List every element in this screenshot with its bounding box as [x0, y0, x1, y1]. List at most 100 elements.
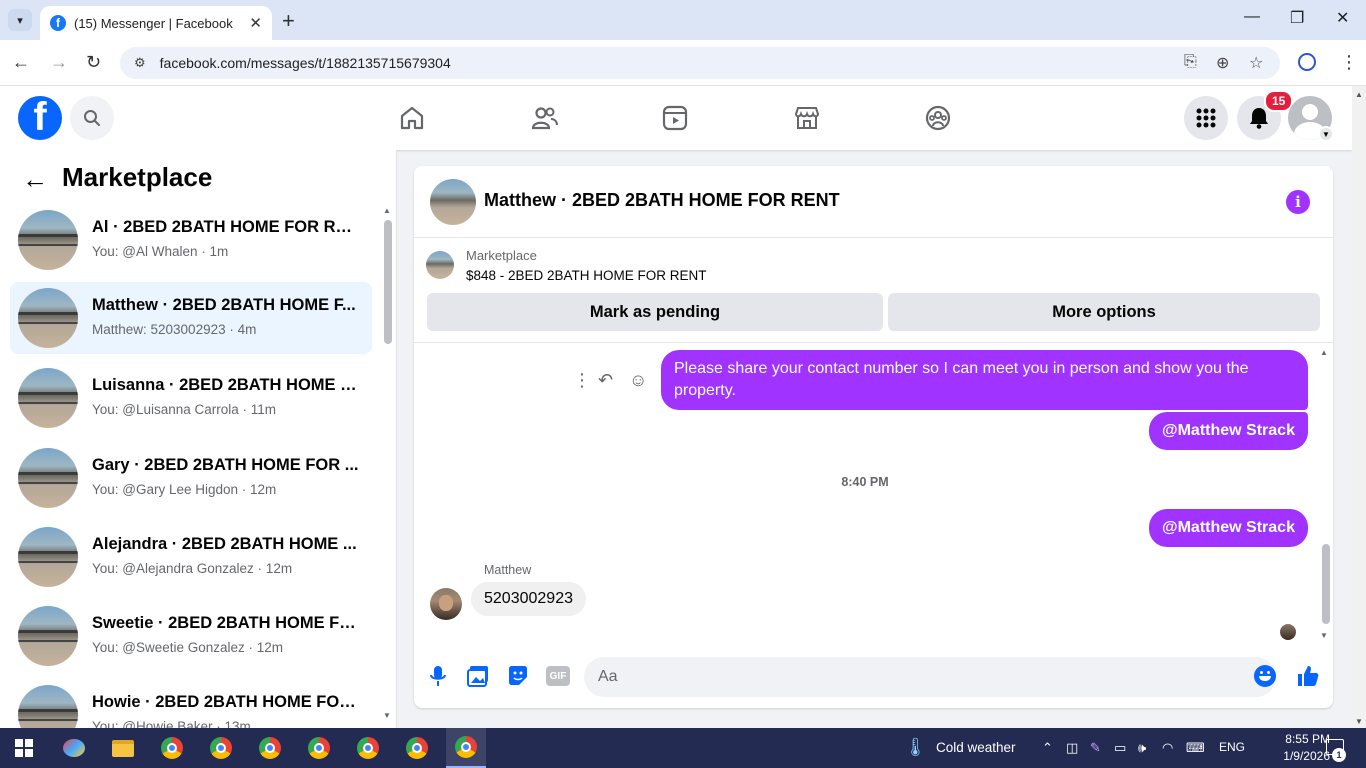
- taskbar-chrome-active[interactable]: [446, 728, 486, 768]
- listing-thumbnail[interactable]: [426, 251, 454, 279]
- emoji-icon[interactable]: [1254, 665, 1276, 687]
- chat-title[interactable]: Matthew · 2BED 2BATH HOME FOR RENT: [484, 190, 840, 211]
- more-options-button[interactable]: More options: [888, 293, 1320, 331]
- conversations-scrollbar[interactable]: ▲ ▼: [380, 206, 394, 720]
- outgoing-message[interactable]: Please share your contact number so I ca…: [661, 350, 1308, 410]
- video-icon[interactable]: [661, 104, 689, 132]
- restore-button[interactable]: ❐: [1290, 8, 1304, 28]
- speaker-icon[interactable]: 🕪: [1138, 740, 1146, 756]
- page-scrollbar[interactable]: ▲ ▼: [1352, 86, 1366, 728]
- info-icon[interactable]: i: [1286, 190, 1310, 214]
- conversation-preview: You: @Sweetie Gonzalez · 12m: [92, 640, 284, 655]
- folder-icon: [112, 739, 134, 757]
- zoom-icon[interactable]: ⊕: [1216, 53, 1229, 73]
- gif-button[interactable]: GIF: [546, 666, 570, 686]
- reload-button[interactable]: ↻: [86, 52, 101, 73]
- facebook-header: f 15 ▼: [0, 86, 1352, 150]
- home-icon[interactable]: [398, 104, 426, 132]
- conversation-item-matthew[interactable]: Matthew · 2BED 2BATH HOME F... Matthew: …: [10, 282, 372, 354]
- grid-menu-icon: [1196, 108, 1216, 128]
- conversation-name: Howie · 2BED 2BATH HOME FOR...: [92, 693, 362, 711]
- site-info-icon[interactable]: ⚙: [134, 55, 146, 71]
- chrome-icon: [406, 737, 428, 759]
- taskbar-chrome-5[interactable]: [348, 728, 388, 768]
- conversation-preview: You: @Luisanna Carrola · 11m: [92, 402, 277, 417]
- browser-profile-icon[interactable]: [1298, 53, 1316, 71]
- friends-icon[interactable]: [530, 104, 558, 132]
- browser-tab-messenger[interactable]: f (15) Messenger | Facebook ✕: [40, 6, 272, 40]
- chat-listing-avatar[interactable]: [430, 179, 476, 225]
- chevron-up-icon[interactable]: ⌃: [1042, 740, 1053, 756]
- conversation-item-al[interactable]: Al · 2BED 2BATH HOME FOR RENT You: @Al W…: [10, 204, 372, 276]
- conversation-item-gary[interactable]: Gary · 2BED 2BATH HOME FOR ... You: @Gar…: [10, 442, 372, 514]
- taskbar-chrome-2[interactable]: [201, 728, 241, 768]
- groups-icon[interactable]: [924, 104, 952, 132]
- bookmark-star-icon[interactable]: ☆: [1249, 53, 1263, 73]
- menu-button[interactable]: [1184, 96, 1228, 140]
- outgoing-message[interactable]: @Matthew Strack: [1149, 509, 1308, 547]
- clock-time: 8:55 PM: [1285, 732, 1330, 746]
- close-window-button[interactable]: ✕: [1336, 8, 1349, 28]
- thermometer-icon[interactable]: 🌡: [904, 737, 927, 758]
- back-button[interactable]: ←: [12, 52, 30, 73]
- address-bar[interactable]: ⚙ facebook.com/messages/t/18821357156793…: [120, 47, 1280, 79]
- conversation-item-howie[interactable]: Howie · 2BED 2BATH HOME FOR... You: @How…: [10, 679, 372, 728]
- incoming-message[interactable]: 5203002923: [471, 582, 586, 616]
- taskbar-chrome-6[interactable]: [397, 728, 437, 768]
- install-app-icon[interactable]: ⎘: [1184, 53, 1197, 71]
- browser-menu-icon[interactable]: ⋮: [1340, 52, 1358, 73]
- keyboard-icon[interactable]: ⌨: [1186, 740, 1205, 756]
- chat-header: Matthew · 2BED 2BATH HOME FOR RENT i: [414, 166, 1333, 238]
- clock-date: 1/9/2026: [1283, 749, 1330, 763]
- facebook-logo[interactable]: f: [18, 96, 62, 140]
- tab-close-icon[interactable]: ✕: [249, 14, 262, 32]
- sticker-icon[interactable]: [506, 664, 530, 688]
- listing-thumbnail: [18, 448, 78, 508]
- more-actions-icon[interactable]: ⋮: [573, 370, 591, 391]
- listing-thumbnail: [18, 368, 78, 428]
- language-indicator[interactable]: ENG: [1219, 740, 1245, 754]
- sender-avatar[interactable]: [430, 588, 462, 620]
- forward-button[interactable]: →: [50, 52, 68, 73]
- wifi-icon[interactable]: ◠: [1162, 740, 1173, 756]
- outgoing-message[interactable]: @Matthew Strack: [1149, 412, 1308, 450]
- search-button[interactable]: [70, 96, 114, 140]
- conversation-name: Matthew · 2BED 2BATH HOME F...: [92, 296, 356, 314]
- conversation-preview: You: @Alejandra Gonzalez · 12m: [92, 561, 293, 576]
- taskbar-file-explorer[interactable]: [103, 728, 143, 768]
- marketplace-icon[interactable]: [793, 104, 821, 132]
- react-emoji-icon[interactable]: ☺: [629, 370, 647, 391]
- back-arrow-icon[interactable]: ←: [22, 164, 48, 195]
- message-input[interactable]: [584, 657, 1276, 697]
- chrome-icon: [161, 737, 183, 759]
- new-tab-button[interactable]: +: [282, 8, 295, 34]
- conversation-preview: Matthew: 5203002923 · 4m: [92, 322, 257, 337]
- taskbar-chrome-1[interactable]: [152, 728, 192, 768]
- chat-scrollbar[interactable]: ▲ ▼: [1318, 348, 1332, 640]
- mark-as-pending-button[interactable]: Mark as pending: [427, 293, 883, 331]
- weather-text[interactable]: Cold weather: [936, 740, 1016, 755]
- pen-icon[interactable]: ✎: [1090, 740, 1101, 756]
- listing-price-title[interactable]: $848 - 2BED 2BATH HOME FOR RENT: [466, 268, 707, 283]
- conversation-item-luisanna[interactable]: Luisanna · 2BED 2BATH HOME F... You: @Lu…: [10, 362, 372, 434]
- message-composer: GIF: [414, 654, 1333, 700]
- clock[interactable]: 8:55 PM 1/9/2026: [1276, 731, 1330, 765]
- taskbar-chrome-3[interactable]: [250, 728, 290, 768]
- photo-icon[interactable]: [466, 664, 490, 688]
- taskbar-chrome-4[interactable]: [299, 728, 339, 768]
- panel-title: Marketplace: [62, 162, 213, 192]
- browser-tabbar: ▾ f (15) Messenger | Facebook ✕ + — ❐ ✕: [0, 0, 1366, 40]
- microphone-icon[interactable]: [426, 664, 450, 688]
- tab-search-dropdown[interactable]: ▾: [8, 9, 32, 31]
- reply-icon[interactable]: ↶: [598, 370, 613, 391]
- minimize-button[interactable]: —: [1244, 8, 1260, 26]
- battery-icon[interactable]: ▭: [1114, 740, 1126, 756]
- camera-icon[interactable]: ◫: [1066, 740, 1078, 756]
- start-button[interactable]: [4, 728, 44, 768]
- conversation-item-sweetie[interactable]: Sweetie · 2BED 2BATH HOME FO... You: @Sw…: [10, 600, 372, 672]
- conversation-item-alejandra[interactable]: Alejandra · 2BED 2BATH HOME ... You: @Al…: [10, 521, 372, 593]
- thumbs-up-icon[interactable]: [1296, 664, 1320, 688]
- marketplace-conversations-panel: ← Marketplace Al · 2BED 2BATH HOME FOR R…: [0, 150, 397, 728]
- chevron-down-icon[interactable]: ▼: [1318, 126, 1334, 142]
- taskbar-app-paint[interactable]: [54, 728, 94, 768]
